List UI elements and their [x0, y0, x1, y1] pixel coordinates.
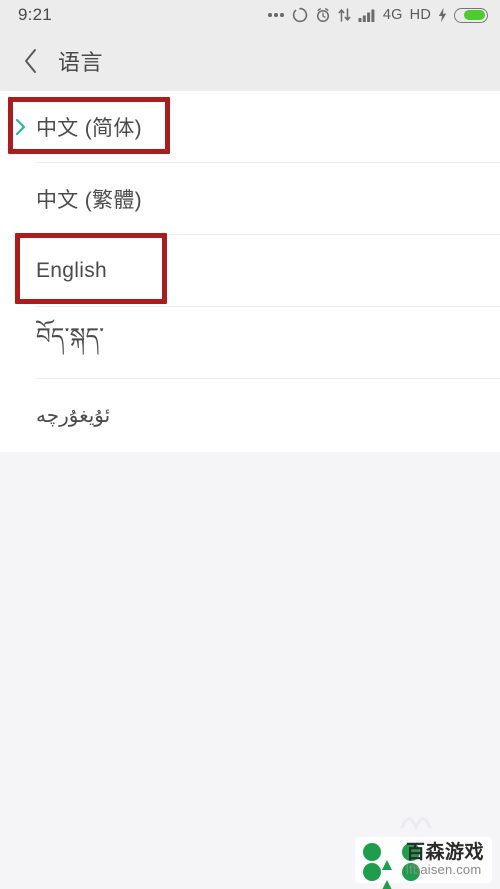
sync-circle-icon: [292, 7, 308, 23]
language-item-uyghur[interactable]: ئۇيغۇرچە: [0, 379, 500, 451]
language-item-label: བོད་སྐད་: [36, 322, 105, 349]
data-transfer-icon: [338, 7, 351, 23]
language-item-label: 中文 (简体): [36, 117, 142, 140]
language-item-tibetan[interactable]: བོད་སྐད་: [0, 307, 500, 379]
watermark-text: 百森游戏 lfbaisen.com: [406, 843, 484, 877]
language-item-label: English: [36, 259, 107, 282]
hd-call-label: HD: [409, 7, 431, 23]
language-item-label: 中文 (繁體): [36, 189, 142, 212]
watermark-url: lfbaisen.com: [405, 862, 482, 878]
language-item-label: ئۇيغۇرچە: [36, 404, 111, 427]
alarm-clock-icon: [315, 7, 331, 23]
language-item-chinese-traditional[interactable]: 中文 (繁體): [0, 163, 500, 235]
watermark-brand: 百森游戏: [405, 842, 484, 864]
faint-watermark-mark: [398, 809, 442, 831]
back-button[interactable]: [18, 45, 44, 77]
app-header: 语言: [0, 30, 500, 91]
phone-screen: 9:21 4G HD 语言 中文 (简体) 中文 (繁體) English བོ…: [0, 0, 500, 889]
signal-bars-icon: [358, 7, 376, 23]
language-item-chinese-simplified[interactable]: 中文 (简体): [0, 91, 500, 163]
network-type-label: 4G: [382, 7, 403, 23]
battery-icon: [454, 7, 488, 23]
selected-chevron-icon: [14, 117, 28, 137]
more-dots-icon: [268, 13, 284, 17]
language-list: 中文 (简体) 中文 (繁體) English བོད་སྐད་ ئۇيغۇرچ…: [0, 91, 500, 452]
status-bar-icons: 4G HD: [268, 7, 488, 23]
page-title: 语言: [58, 49, 104, 75]
site-watermark: 百森游戏 lfbaisen.com: [354, 837, 492, 889]
status-bar: 9:21 4G HD: [0, 0, 500, 30]
language-item-english[interactable]: English: [0, 235, 500, 307]
baisen-logo-icon: [362, 843, 420, 889]
charging-bolt-icon: [438, 7, 447, 23]
status-bar-clock: 9:21: [18, 5, 52, 24]
